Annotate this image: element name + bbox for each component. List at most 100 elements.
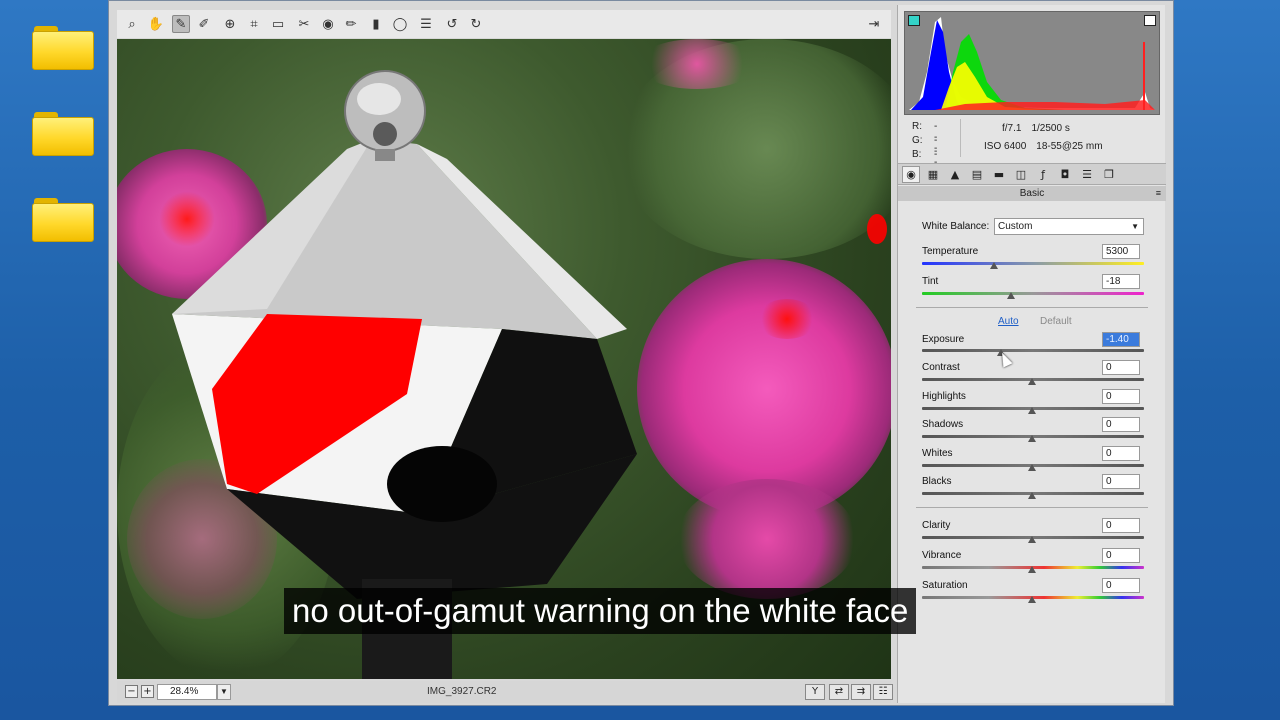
tab-basic-icon[interactable]: ◉ bbox=[902, 166, 920, 183]
exposure-label: Exposure bbox=[922, 334, 965, 345]
white-balance-select[interactable]: Custom ▼ bbox=[994, 218, 1144, 235]
clarity-slider-thumb[interactable] bbox=[1028, 536, 1036, 543]
video-caption: no out-of-gamut warning on the white fac… bbox=[284, 588, 917, 634]
fullscreen-icon[interactable]: ⇥ bbox=[865, 15, 883, 33]
tab-effects-icon[interactable]: ƒ bbox=[1034, 166, 1052, 183]
zoom-level-field[interactable]: 28.4% bbox=[157, 684, 217, 700]
tab-split-toning-icon[interactable]: ▬ bbox=[990, 166, 1008, 183]
rotate-left-icon[interactable]: ↺ bbox=[443, 15, 461, 33]
iso-value: ISO 6400 bbox=[984, 141, 1027, 152]
tab-camera-calibration-icon[interactable]: ◘ bbox=[1056, 166, 1074, 183]
tint-slider[interactable] bbox=[922, 292, 1144, 295]
adjustment-panel: R:--- G:--- B:--- f/7.11/2500 s ISO 6400… bbox=[897, 5, 1166, 703]
tint-field[interactable]: -18 bbox=[1102, 274, 1140, 289]
highlights-label: Highlights bbox=[922, 391, 966, 402]
shadows-field[interactable]: 0 bbox=[1102, 417, 1140, 432]
swap-settings-icon[interactable]: ⇄ bbox=[829, 684, 849, 700]
clarity-field[interactable]: 0 bbox=[1102, 518, 1140, 533]
folder-icon[interactable] bbox=[32, 26, 94, 70]
highlights-field[interactable]: 0 bbox=[1102, 389, 1140, 404]
clarity-label: Clarity bbox=[922, 520, 951, 531]
graduated-filter-icon[interactable]: ▮ bbox=[367, 15, 385, 33]
whites-slider-thumb[interactable] bbox=[1028, 464, 1036, 471]
lens-value: 18-55@25 mm bbox=[1036, 141, 1103, 152]
temperature-field[interactable]: 5300 bbox=[1102, 244, 1140, 259]
chevron-down-icon: ▼ bbox=[1131, 222, 1139, 231]
spot-removal-icon[interactable]: ✂ bbox=[295, 15, 313, 33]
zoom-icon[interactable]: ⌕ bbox=[123, 15, 141, 33]
straighten-icon[interactable]: ▭ bbox=[269, 15, 287, 33]
white-balance-icon[interactable]: ✎ bbox=[172, 15, 190, 33]
white-balance-label: White Balance: bbox=[922, 221, 990, 232]
highlights-slider-thumb[interactable] bbox=[1028, 407, 1036, 414]
tab-hsl-icon[interactable]: ▤ bbox=[968, 166, 986, 183]
default-link[interactable]: Default bbox=[1040, 316, 1072, 327]
contrast-label: Contrast bbox=[922, 362, 960, 373]
auto-link[interactable]: Auto bbox=[998, 316, 1019, 327]
status-bar: − + 28.4% ▼ IMG_3927.CR2 Y ⇄ ⇉ ☷ bbox=[117, 681, 893, 703]
histogram bbox=[904, 11, 1160, 115]
tint-label: Tint bbox=[922, 276, 939, 287]
zoom-in-button[interactable]: + bbox=[141, 685, 154, 698]
panel-menu-icon[interactable]: ≡ bbox=[1156, 188, 1161, 198]
rotate-right-icon[interactable]: ↻ bbox=[467, 15, 485, 33]
adjustment-brush-icon[interactable]: ✏ bbox=[342, 15, 360, 33]
shutter-value: 1/2500 s bbox=[1031, 123, 1070, 134]
whites-label: Whites bbox=[922, 448, 953, 459]
preferences-icon[interactable]: ☰ bbox=[417, 15, 435, 33]
exposure-slider[interactable] bbox=[922, 349, 1144, 352]
tab-lens-corrections-icon[interactable]: ◫ bbox=[1012, 166, 1030, 183]
blacks-label: Blacks bbox=[922, 476, 952, 487]
temperature-label: Temperature bbox=[922, 246, 979, 257]
shadow-clipping-warning-icon[interactable] bbox=[908, 15, 920, 26]
divider bbox=[916, 507, 1148, 508]
vibrance-field[interactable]: 0 bbox=[1102, 548, 1140, 563]
exposure-field[interactable]: -1.40 bbox=[1102, 332, 1140, 347]
before-after-y-icon[interactable]: Y bbox=[805, 684, 825, 700]
radial-filter-icon[interactable]: ◯ bbox=[391, 15, 409, 33]
saturation-field[interactable]: 0 bbox=[1102, 578, 1140, 593]
zoom-out-button[interactable]: − bbox=[125, 685, 138, 698]
saturation-slider-thumb[interactable] bbox=[1028, 596, 1036, 603]
target-adjustment-icon[interactable]: ⊕ bbox=[221, 15, 239, 33]
r-label: R: bbox=[912, 121, 922, 132]
section-title: Basic bbox=[898, 186, 1166, 201]
contrast-slider-thumb[interactable] bbox=[1028, 378, 1036, 385]
filename-label: IMG_3927.CR2 bbox=[427, 686, 497, 697]
blacks-slider-thumb[interactable] bbox=[1028, 492, 1036, 499]
shadows-slider-thumb[interactable] bbox=[1028, 435, 1036, 442]
folder-icon[interactable] bbox=[32, 198, 94, 242]
vibrance-label: Vibrance bbox=[922, 550, 962, 561]
b-label: B: bbox=[912, 149, 922, 160]
tab-snapshots-icon[interactable]: ❐ bbox=[1100, 166, 1118, 183]
vibrance-slider-thumb[interactable] bbox=[1028, 566, 1036, 573]
blacks-field[interactable]: 0 bbox=[1102, 474, 1140, 489]
image-info: R:--- G:--- B:--- f/7.11/2500 s ISO 6400… bbox=[904, 117, 1160, 182]
tint-slider-thumb[interactable] bbox=[1007, 292, 1015, 299]
toolbar: ⌕ ✋ ✎ ✐ ⊕ ⌗ ▭ ✂ ◉ ✏ ▮ ◯ ☰ ↺ ↻ ⇥ bbox=[117, 10, 891, 38]
g-label: G: bbox=[912, 135, 923, 146]
zoom-dropdown-button[interactable]: ▼ bbox=[217, 684, 231, 700]
aperture-value: f/7.1 bbox=[1002, 123, 1022, 134]
copy-settings-icon[interactable]: ⇉ bbox=[851, 684, 871, 700]
contrast-field[interactable]: 0 bbox=[1102, 360, 1140, 375]
shadows-label: Shadows bbox=[922, 419, 964, 430]
white-balance-value: Custom bbox=[998, 221, 1033, 232]
whites-field[interactable]: 0 bbox=[1102, 446, 1140, 461]
highlight-clipping-warning-icon[interactable] bbox=[1144, 15, 1156, 26]
temperature-slider-thumb[interactable] bbox=[990, 262, 998, 269]
color-sampler-icon[interactable]: ✐ bbox=[195, 15, 213, 33]
crop-icon[interactable]: ⌗ bbox=[245, 15, 263, 33]
toggle-settings-icon[interactable]: ☷ bbox=[873, 684, 893, 700]
divider bbox=[916, 307, 1148, 308]
tab-tone-curve-icon[interactable]: ▦ bbox=[924, 166, 942, 183]
saturation-label: Saturation bbox=[922, 580, 968, 591]
folder-icon[interactable] bbox=[32, 112, 94, 156]
temperature-slider[interactable] bbox=[922, 262, 1144, 265]
panel-tabs: ◉ ▦ ▲ ▤ ▬ ◫ ƒ ◘ ☰ ❐ bbox=[898, 163, 1166, 185]
hand-icon[interactable]: ✋ bbox=[147, 15, 165, 33]
tab-detail-icon[interactable]: ▲ bbox=[946, 166, 964, 183]
red-eye-icon[interactable]: ◉ bbox=[319, 15, 337, 33]
image-preview[interactable] bbox=[117, 39, 891, 679]
tab-presets-icon[interactable]: ☰ bbox=[1078, 166, 1096, 183]
